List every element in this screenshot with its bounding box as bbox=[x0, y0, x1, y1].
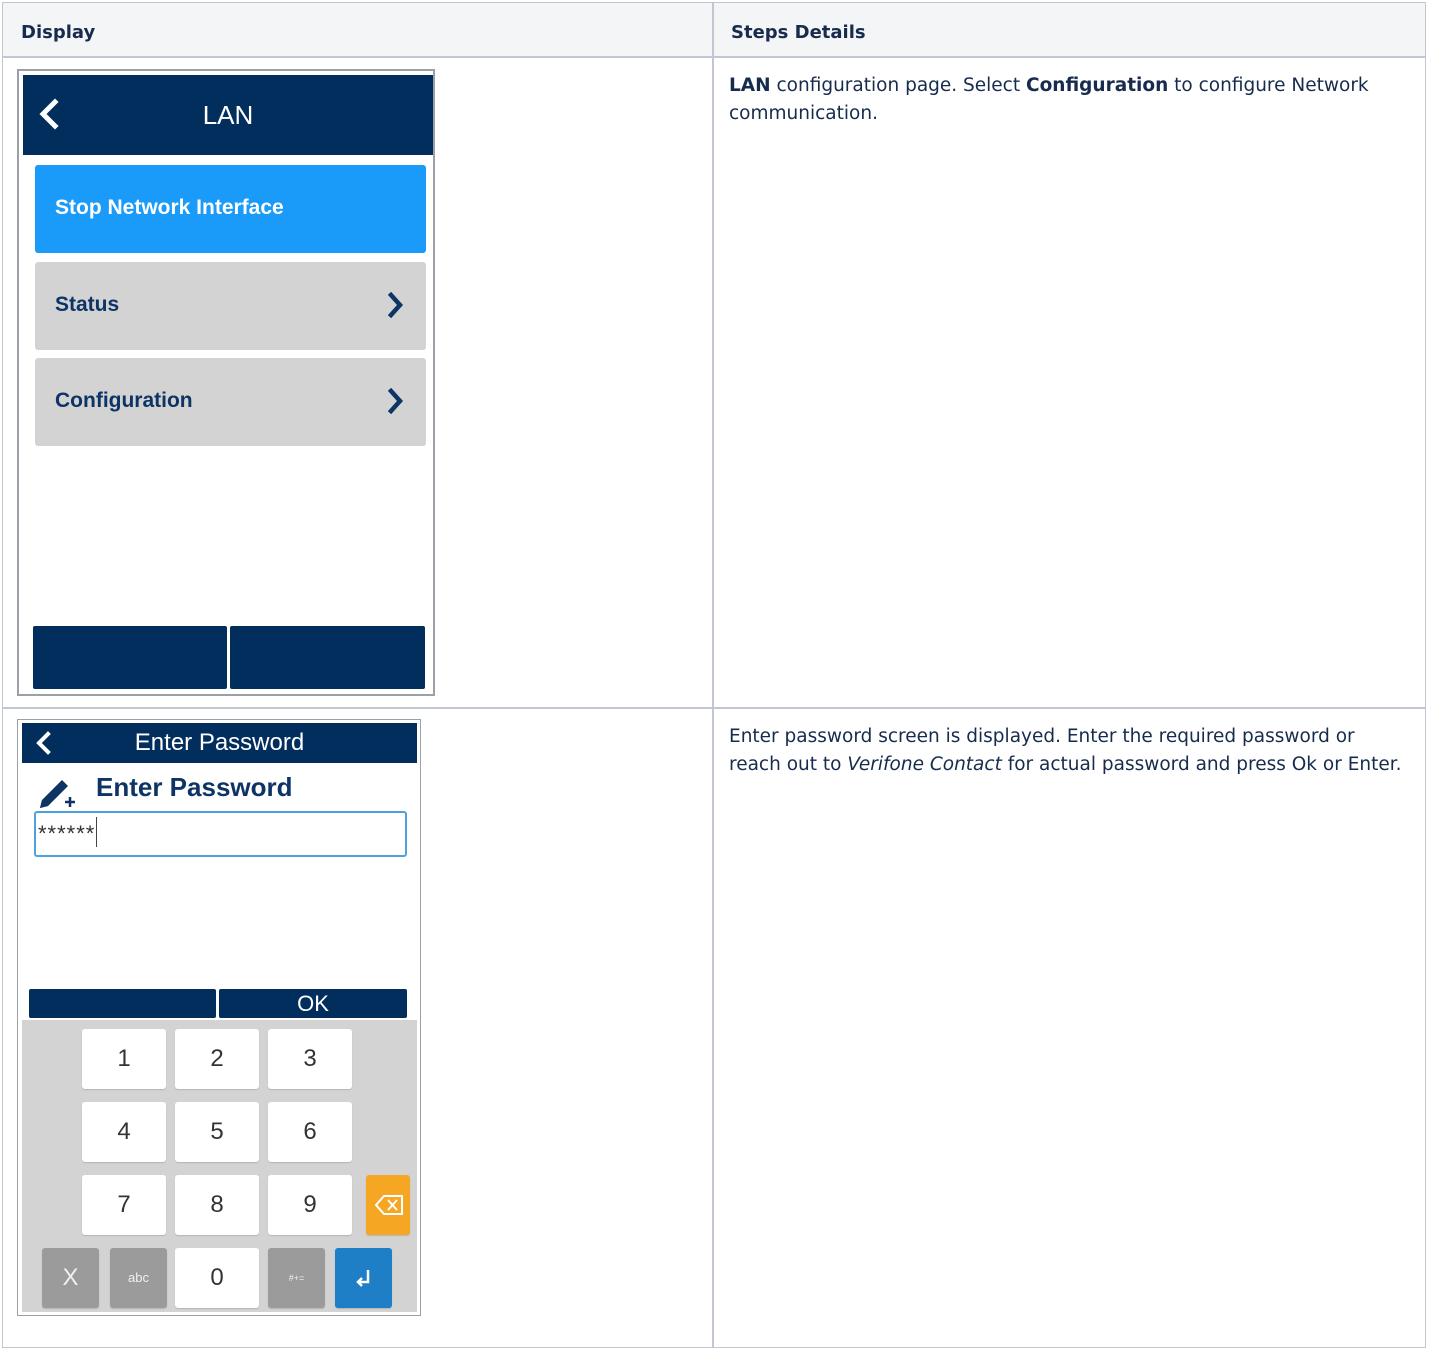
details-verifone-contact: Verifone Contact bbox=[847, 754, 1002, 775]
footer-left-button[interactable] bbox=[33, 626, 227, 689]
password-title: Enter Password bbox=[134, 729, 305, 756]
key-2[interactable]: 2 bbox=[175, 1029, 259, 1089]
header-steps-details: Steps Details bbox=[713, 2, 1426, 57]
stop-network-interface-button[interactable]: Stop Network Interface bbox=[35, 165, 426, 253]
pencil-plus-icon bbox=[40, 780, 75, 808]
stop-network-interface-label: Stop Network Interface bbox=[55, 196, 284, 219]
key-5[interactable]: 5 bbox=[175, 1102, 259, 1162]
backspace-key[interactable] bbox=[366, 1175, 410, 1235]
key-3[interactable]: 3 bbox=[268, 1029, 352, 1089]
header-display-label: Display bbox=[21, 22, 96, 43]
chevron-right-icon bbox=[388, 388, 404, 414]
lan-header: LAN bbox=[23, 75, 433, 155]
configuration-label: Configuration bbox=[55, 389, 193, 412]
key-9[interactable]: 9 bbox=[268, 1175, 352, 1235]
key-0[interactable]: 0 bbox=[175, 1248, 259, 1308]
text-caret bbox=[96, 817, 98, 848]
enter-icon bbox=[356, 1270, 370, 1287]
row1-details-cell: LAN configuration page. Select Configura… bbox=[713, 57, 1426, 708]
key-7[interactable]: 7 bbox=[82, 1175, 166, 1235]
key-1[interactable]: 1 bbox=[82, 1029, 166, 1089]
status-label: Status bbox=[55, 293, 120, 316]
abc-key[interactable]: abc bbox=[110, 1248, 167, 1308]
password-input[interactable]: ****** bbox=[34, 811, 407, 857]
password-prompt: Enter Password bbox=[96, 772, 293, 802]
enter-key[interactable] bbox=[335, 1248, 392, 1308]
password-header: Enter Password bbox=[22, 723, 417, 763]
ok-button[interactable]: OK bbox=[219, 989, 407, 1018]
key-4[interactable]: 4 bbox=[82, 1102, 166, 1162]
password-screen: Enter Password Enter Password ****** OK … bbox=[17, 719, 421, 1316]
back-chevron-icon[interactable] bbox=[34, 730, 52, 756]
password-value: ****** bbox=[38, 817, 98, 848]
header-display: Display bbox=[2, 2, 713, 57]
details-text: configuration page. Select bbox=[770, 75, 1026, 96]
configuration-menu-item[interactable]: Configuration bbox=[35, 358, 426, 446]
symbols-key[interactable]: #+= bbox=[268, 1248, 325, 1308]
lan-screen: LAN Stop Network Interface Status Config… bbox=[17, 69, 435, 696]
key-6[interactable]: 6 bbox=[268, 1102, 352, 1162]
details-configuration-bold: Configuration bbox=[1026, 75, 1169, 96]
header-steps-label: Steps Details bbox=[731, 22, 866, 43]
status-menu-item[interactable]: Status bbox=[35, 262, 426, 350]
numeric-keypad: 1 2 3 4 5 6 7 8 9 X abc 0 #+= bbox=[22, 1020, 417, 1312]
password-masked-text: ****** bbox=[38, 821, 96, 846]
left-soft-button[interactable] bbox=[29, 989, 216, 1018]
key-8[interactable]: 8 bbox=[175, 1175, 259, 1235]
chevron-right-icon bbox=[388, 292, 404, 318]
footer-right-button[interactable] bbox=[230, 626, 425, 689]
cancel-x-key[interactable]: X bbox=[42, 1248, 99, 1308]
backspace-icon bbox=[374, 1195, 403, 1215]
details-lan-bold: LAN bbox=[729, 75, 771, 96]
details-text: for actual password and press Ok or Ente… bbox=[1001, 754, 1402, 775]
row2-details-cell: Enter password screen is displayed. Ente… bbox=[713, 708, 1426, 1348]
lan-title: LAN bbox=[202, 100, 254, 130]
back-chevron-icon[interactable] bbox=[37, 94, 61, 134]
